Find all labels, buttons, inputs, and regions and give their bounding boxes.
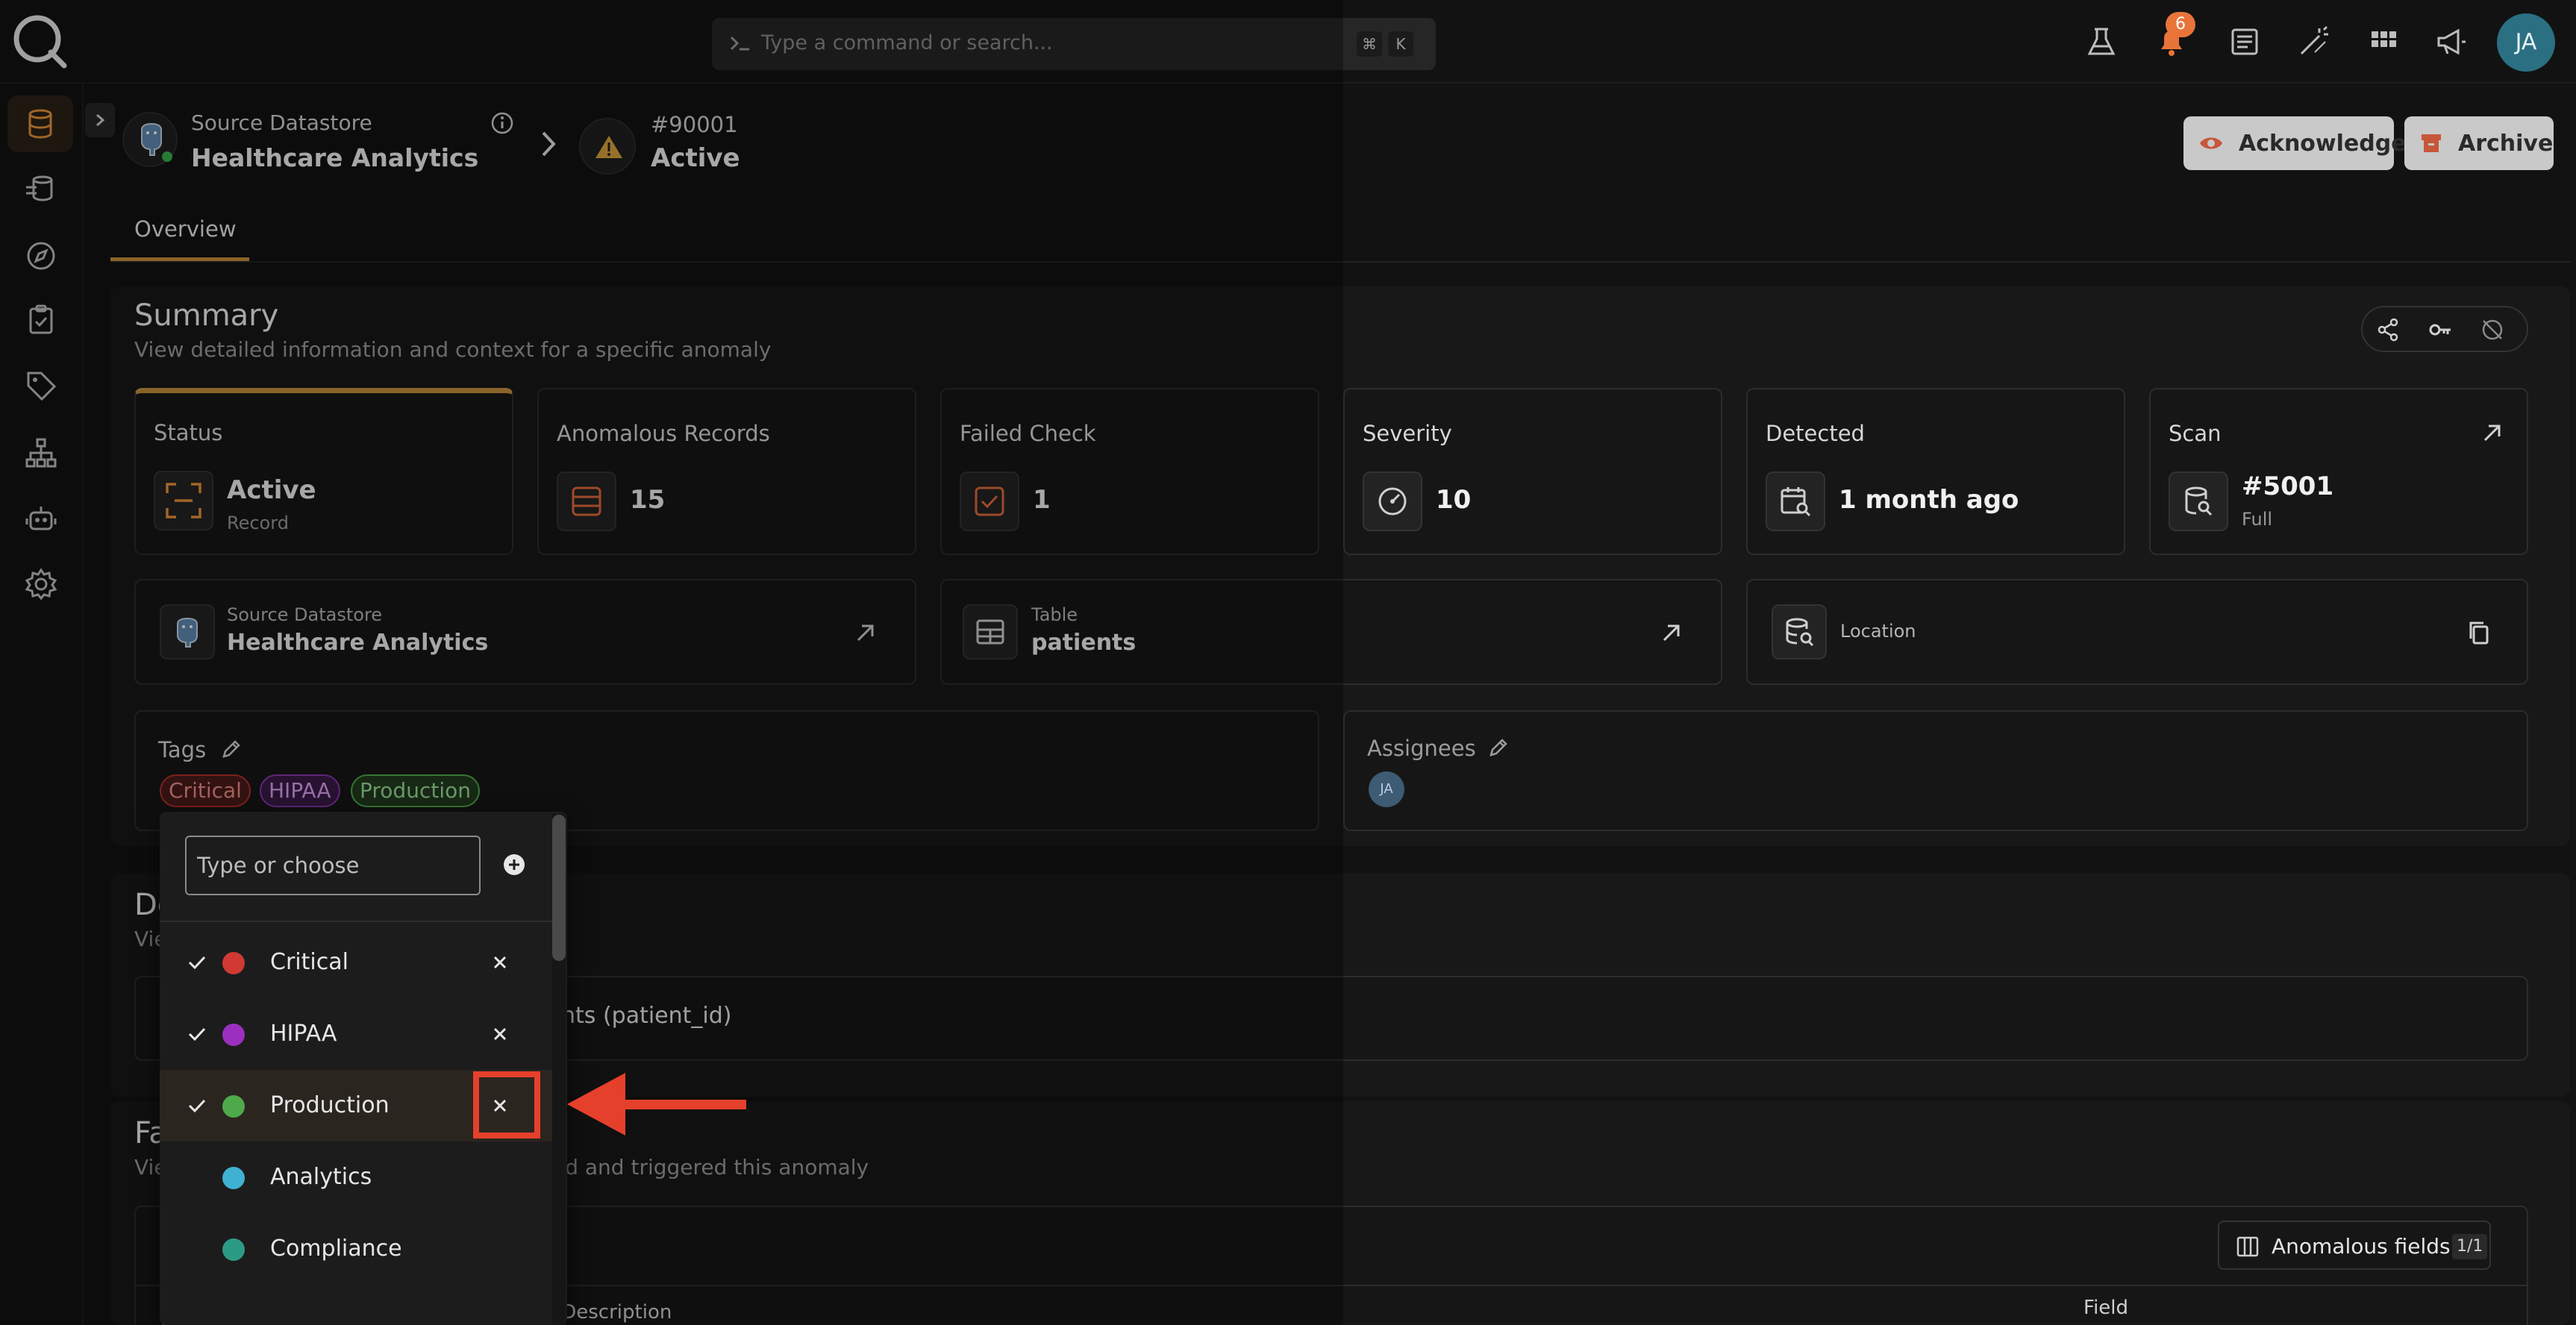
copy-icon[interactable] [2466,619,2492,646]
annotation-highlight-box [473,1071,540,1138]
gauge-icon [1363,472,1422,531]
database-search-icon [2169,472,2228,531]
shortcut-letter-key: K [1388,31,1413,57]
assignees-label: Assignees [1367,736,1476,761]
tag-option-label: Critical [270,949,348,975]
user-avatar[interactable]: JA [2497,13,2555,72]
scan-sub: Full [2242,509,2273,530]
anomalous-fields-count: 1/1 [2452,1234,2488,1259]
severity-label: Severity [1363,421,1452,446]
tag-option-label: Analytics [270,1164,372,1190]
tag-option-label: Production [270,1092,390,1118]
severity-value: 10 [1436,485,1472,515]
detected-card: Detected 1 month ago [1746,388,2125,555]
archive-button[interactable]: Archive [2404,116,2554,170]
annotation-arrow-icon [567,1067,754,1141]
anomalous-fields-button[interactable]: Anomalous fields 1/1 [2218,1221,2491,1270]
eye-icon [2200,137,2222,149]
tag-option-critical[interactable]: Critical [160,927,552,998]
severity-card: Severity 10 [1343,388,1722,555]
acknowledge-label: Acknowledge [2239,131,2407,157]
scan-card: Scan #5001 Full [2149,388,2528,555]
location-card: Location [1746,579,2528,685]
detected-value: 1 month ago [1839,485,2019,515]
scan-label: Scan [2169,421,2222,446]
megaphone-icon[interactable] [2434,25,2467,58]
archive-box-icon [2422,134,2441,152]
tag-search-input[interactable] [185,836,481,895]
dropdown-divider [160,921,552,922]
calendar-search-icon [1766,472,1825,531]
tag-color-dot [222,1024,245,1046]
archive-label: Archive [2458,131,2554,157]
tag-option-label: HIPAA [270,1021,337,1047]
check-icon [187,952,207,973]
columns-icon [2236,1236,2259,1257]
tag-option-compliance[interactable]: Compliance [160,1213,552,1285]
remove-tag-hipaa-close-icon[interactable] [488,1022,512,1046]
tag-color-dot [222,1095,245,1118]
open-table-arrow-icon[interactable] [1658,619,1685,646]
tag-option-hipaa[interactable]: HIPAA [160,998,552,1070]
assignees-card [1343,710,2528,831]
column-header-field: Field [2083,1297,2129,1319]
tag-option-analytics[interactable]: Analytics [160,1141,552,1213]
assignee-avatar[interactable]: JA [1369,771,1404,807]
apps-grid-icon[interactable] [2367,25,2400,58]
shortcut-modifier-key: ⌘ [1357,31,1382,57]
detected-label: Detected [1766,421,1865,446]
tag-color-dot [222,1167,245,1189]
add-tag-plus-icon[interactable] [501,852,527,877]
tag-option-label: Compliance [270,1235,402,1262]
acknowledge-button[interactable]: Acknowledge [2183,116,2407,170]
tag-color-dot [222,1238,245,1261]
key-icon[interactable] [2427,316,2454,343]
summary-action-group [2361,306,2528,352]
open-scan-arrow-icon[interactable] [2479,419,2506,446]
share-icon[interactable] [2375,316,2401,343]
notification-count-badge: 6 [2166,12,2195,37]
database-location-icon [1772,604,1827,660]
check-icon [187,1024,207,1044]
remove-tag-critical-close-icon[interactable] [488,950,512,974]
document-list-icon[interactable] [2228,25,2261,58]
check-icon [187,1095,207,1116]
disabled-badge-icon[interactable] [2479,316,2506,343]
edit-assignees-pencil-icon[interactable] [1486,736,1510,759]
tag-color-dot [222,952,245,974]
dropdown-scrollbar-thumb[interactable] [552,815,566,961]
location-label: Location [1840,621,1916,642]
magic-wand-icon[interactable] [2297,25,2330,58]
anomalous-fields-label: Anomalous fields [2272,1234,2451,1259]
scan-value: #5001 [2242,472,2334,501]
flask-icon[interactable] [2085,25,2118,58]
